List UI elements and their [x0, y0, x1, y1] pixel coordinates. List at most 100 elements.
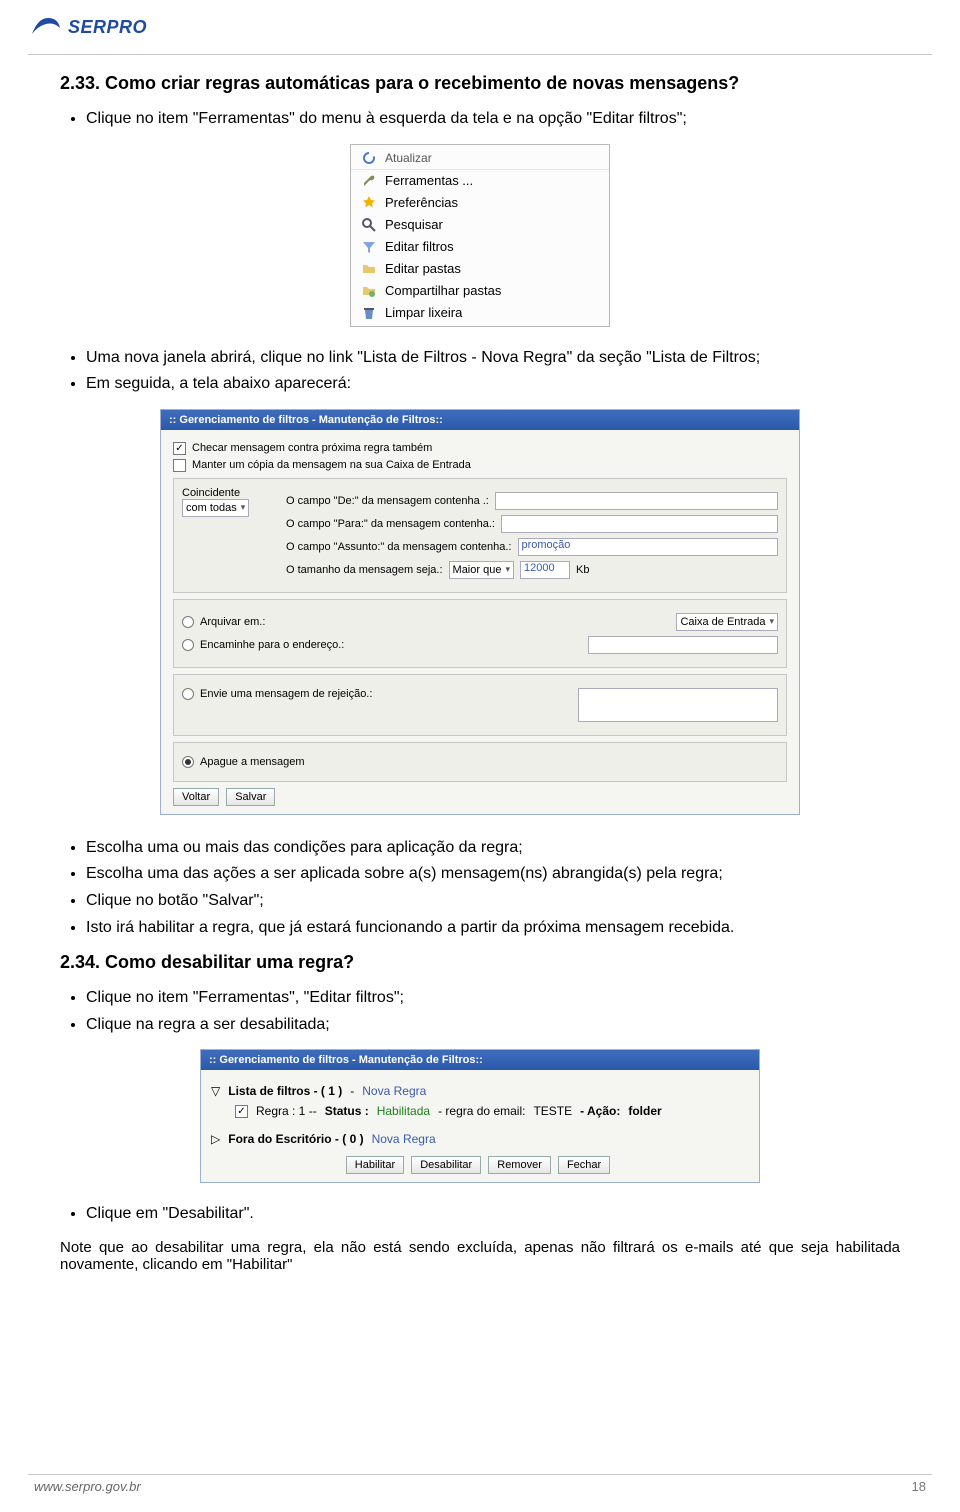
rule-action-value: folder — [628, 1104, 661, 1118]
rule-status-value: Habilitada — [377, 1104, 430, 1118]
filter-list-titlebar: :: Gerenciamento de filtros - Manutenção… — [201, 1050, 759, 1070]
serpro-logo: SERPRO — [28, 12, 932, 42]
trash-icon — [361, 305, 377, 321]
star-icon — [361, 195, 377, 211]
menu-item-limpar-lixeira[interactable]: Limpar lixeira — [351, 302, 609, 324]
cond-de-label: O campo "De:" da mensagem contenha .: — [286, 495, 489, 507]
refresh-icon — [361, 150, 377, 166]
radio-apague[interactable] — [182, 756, 194, 768]
menu-item-ferramentas[interactable]: Ferramentas ... — [351, 170, 609, 192]
encaminhar-input[interactable] — [588, 636, 778, 654]
step-item: Clique na regra a ser desabilitada; — [86, 1014, 900, 1036]
step-item: Uma nova janela abrirá, clique no link "… — [86, 347, 900, 369]
cond-de-input[interactable] — [495, 492, 778, 510]
actions-panel-2: Envie uma mensagem de rejeição.: — [173, 674, 787, 736]
step-item: Em seguida, a tela abaixo aparecerá: — [86, 373, 900, 395]
share-folder-icon — [361, 283, 377, 299]
step-item: Clique no item "Ferramentas", "Editar fi… — [86, 987, 900, 1009]
action-encaminhar-label: Encaminhe para o endereço.: — [200, 639, 344, 651]
desabilitar-button[interactable]: Desabilitar — [411, 1156, 481, 1174]
step-item: Isto irá habilitar a regra, que já estar… — [86, 917, 900, 939]
section-233-step2-list: Uma nova janela abrirá, clique no link "… — [86, 347, 900, 395]
menu-item-label: Limpar lixeira — [385, 305, 462, 320]
page-content: 2.33. Como criar regras automáticas para… — [0, 73, 960, 1273]
page-header: SERPRO — [0, 0, 960, 48]
filter-rule-row[interactable]: ✓ Regra : 1 -- Status : Habilitada - regr… — [235, 1104, 749, 1118]
screenshot-tools-menu: Atualizar Ferramentas ... Preferências P… — [350, 144, 610, 327]
cond-para-input[interactable] — [501, 515, 778, 533]
menu-item-label: Ferramentas ... — [385, 173, 473, 188]
menu-item-label: Editar filtros — [385, 239, 454, 254]
filter-editor-titlebar: :: Gerenciamento de filtros - Manutenção… — [161, 410, 799, 430]
action-arquivar-label: Arquivar em.: — [200, 616, 265, 628]
conditions-panel: Coincidente com todas O campo "De:" da m… — [173, 478, 787, 593]
page-footer: www.serpro.gov.br 18 — [28, 1474, 932, 1494]
rejeicao-textarea[interactable] — [578, 688, 778, 722]
rule-status-label: Status : — [325, 1104, 369, 1118]
page-number: 18 — [912, 1479, 926, 1494]
match-select[interactable]: com todas — [182, 499, 249, 517]
rule-prefix: Regra : 1 -- — [256, 1104, 317, 1118]
menu-item-compartilhar[interactable]: Compartilhar pastas — [351, 280, 609, 302]
checkbox-keep-copy[interactable]: Manter um cópia da mensagem na sua Caixa… — [173, 459, 787, 472]
checkbox-icon: ✓ — [173, 442, 186, 455]
step-item: Escolha uma ou mais das condições para a… — [86, 837, 900, 859]
rule-action-label: - Ação: — [580, 1104, 620, 1118]
menu-item-pesquisar[interactable]: Pesquisar — [351, 214, 609, 236]
footer-divider — [28, 1474, 932, 1475]
menu-item-preferencias[interactable]: Preferências — [351, 192, 609, 214]
nova-regra-link-ooo[interactable]: Nova Regra — [372, 1132, 436, 1146]
screenshot-filter-editor: :: Gerenciamento de filtros - Manutenção… — [160, 409, 800, 815]
screenshot-filter-list: :: Gerenciamento de filtros - Manutenção… — [200, 1049, 760, 1183]
arquivar-folder-select[interactable]: Caixa de Entrada — [676, 613, 778, 631]
radio-arquivar[interactable] — [182, 616, 194, 628]
action-apague-label: Apague a mensagem — [200, 756, 305, 768]
size-value-input[interactable]: 12000 — [520, 561, 570, 579]
menu-item-editar-pastas[interactable]: Editar pastas — [351, 258, 609, 280]
section-234-note: Note que ao desabilitar uma regra, ela n… — [60, 1239, 900, 1273]
wrench-icon — [361, 173, 377, 189]
habilitar-button[interactable]: Habilitar — [346, 1156, 404, 1174]
salvar-button[interactable]: Salvar — [226, 788, 275, 806]
rule-name: TESTE — [533, 1104, 572, 1118]
menu-refresh-label: Atualizar — [385, 151, 432, 165]
menu-item-label: Preferências — [385, 195, 458, 210]
menu-item-editar-filtros[interactable]: Editar filtros — [351, 236, 609, 258]
match-label: Coincidente — [182, 487, 272, 499]
section-234-step1-list: Clique no item "Ferramentas", "Editar fi… — [86, 987, 900, 1035]
menu-item-label: Compartilhar pastas — [385, 283, 501, 298]
ooo-count: Fora do Escritório - ( 0 ) — [228, 1132, 363, 1146]
cond-para-label: O campo "Para:" da mensagem contenha.: — [286, 518, 495, 530]
cond-assunto-input[interactable]: promoção — [518, 538, 779, 556]
remover-button[interactable]: Remover — [488, 1156, 551, 1174]
chevron-right-icon: ▷ — [211, 1132, 220, 1146]
actions-panel-1: Arquivar em.: Caixa de Entrada Encaminhe… — [173, 599, 787, 668]
rule-desc: - regra do email: — [438, 1104, 525, 1118]
radio-encaminhar[interactable] — [182, 639, 194, 651]
checkbox-icon — [173, 459, 186, 472]
filter-list-header[interactable]: ▽ Lista de filtros - ( 1 ) - Nova Regra — [211, 1084, 749, 1098]
step-item: Clique no botão "Salvar"; — [86, 890, 900, 912]
serpro-logo-mark — [28, 12, 64, 42]
header-divider — [28, 54, 932, 55]
footer-site: www.serpro.gov.br — [34, 1479, 141, 1494]
filter-list-buttons: Habilitar Desabilitar Remover Fechar — [211, 1156, 749, 1174]
radio-rejeicao[interactable] — [182, 688, 194, 700]
menu-refresh-row: Atualizar — [351, 147, 609, 170]
step-item: Clique em "Desabilitar". — [86, 1203, 900, 1225]
voltar-button[interactable]: Voltar — [173, 788, 219, 806]
folder-edit-icon — [361, 261, 377, 277]
checkbox-label: Manter um cópia da mensagem na sua Caixa… — [192, 459, 471, 471]
nova-regra-link[interactable]: Nova Regra — [362, 1084, 426, 1098]
section-233-title: 2.33. Como criar regras automáticas para… — [60, 73, 900, 94]
out-of-office-header[interactable]: ▷ Fora do Escritório - ( 0 ) Nova Regra — [211, 1132, 749, 1146]
action-rejeicao-label: Envie uma mensagem de rejeição.: — [200, 688, 372, 700]
fechar-button[interactable]: Fechar — [558, 1156, 610, 1174]
rule-checkbox[interactable]: ✓ — [235, 1105, 248, 1118]
editor-buttons: Voltar Salvar — [173, 788, 787, 806]
size-op-select[interactable]: Maior que — [449, 561, 514, 579]
checkbox-label: Checar mensagem contra próxima regra tam… — [192, 442, 432, 454]
checkbox-check-next-rule[interactable]: ✓ Checar mensagem contra próxima regra t… — [173, 442, 787, 455]
section-233-step3-list: Escolha uma ou mais das condições para a… — [86, 837, 900, 938]
cond-assunto-label: O campo "Assunto:" da mensagem contenha.… — [286, 541, 512, 553]
